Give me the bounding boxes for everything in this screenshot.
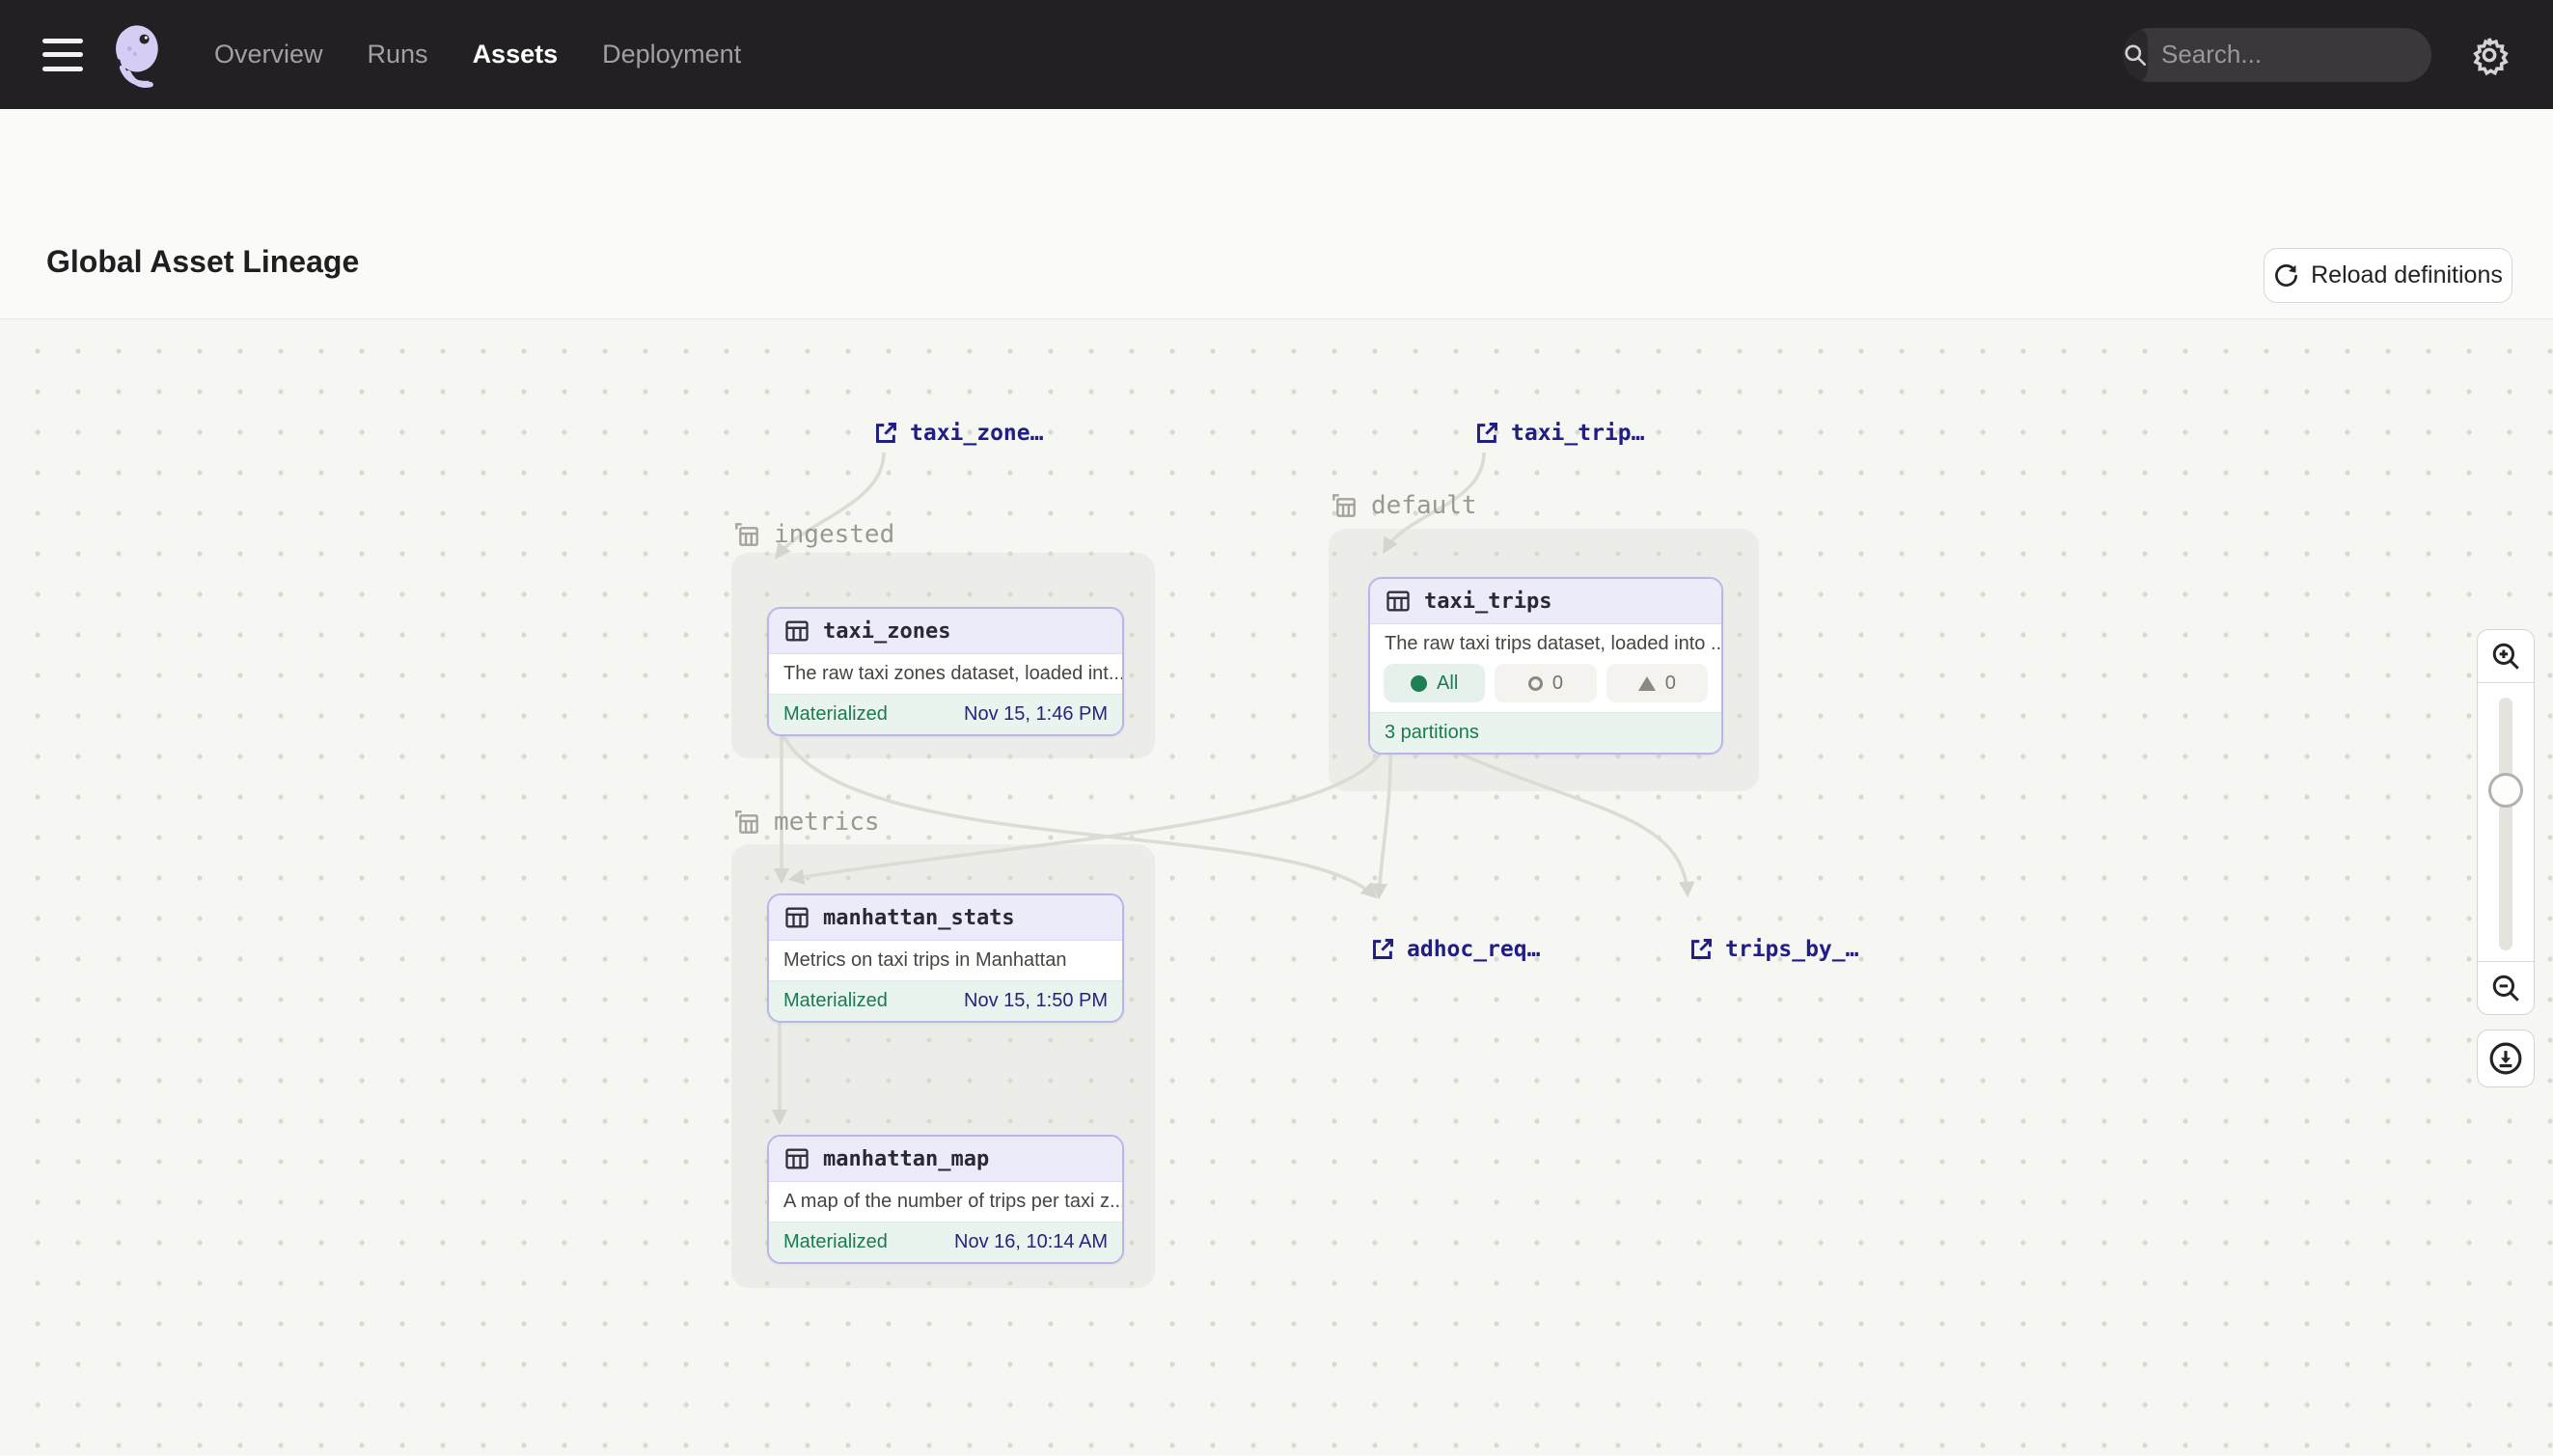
external-asset-taxi-trip[interactable]: taxi_trip…: [1474, 420, 1644, 446]
group-label-default[interactable]: default: [1329, 490, 1477, 521]
asset-name: taxi_zones: [823, 619, 950, 644]
table-icon: [783, 618, 810, 645]
nav-item-deployment[interactable]: Deployment: [602, 40, 741, 69]
ring-icon: [1528, 676, 1543, 691]
partitions-count[interactable]: 3 partitions: [1385, 722, 1479, 744]
partitions-failed-pill[interactable]: 0: [1606, 664, 1708, 702]
menu-icon[interactable]: [42, 39, 83, 71]
asset-description: The raw taxi trips dataset, loaded into …: [1370, 624, 1721, 664]
settings-gear-icon[interactable]: [2468, 34, 2511, 76]
external-asset-trips-by[interactable]: trips_by_…: [1688, 936, 1858, 962]
dagster-logo-icon[interactable]: [104, 19, 172, 91]
zoom-slider-track[interactable]: [2499, 698, 2512, 950]
external-link-icon: [1688, 936, 1715, 962]
nav-item-assets[interactable]: Assets: [473, 40, 559, 69]
group-label-ingested[interactable]: ingested: [731, 519, 894, 550]
group-label-metrics[interactable]: metrics: [731, 807, 880, 838]
asset-description: Metrics on taxi trips in Manhattan: [769, 941, 1122, 980]
table-icon: [783, 1145, 810, 1172]
zoom-out-button[interactable]: [2478, 961, 2534, 1014]
asset-name: manhattan_stats: [823, 906, 1015, 930]
external-asset-adhoc-request[interactable]: adhoc_req…: [1370, 936, 1540, 962]
zoom-in-icon: [2489, 640, 2522, 673]
green-dot-icon: [1411, 675, 1427, 692]
partitions-materialized-pill[interactable]: All: [1384, 664, 1485, 702]
global-search[interactable]: /: [2123, 28, 2431, 82]
table-group-icon: [731, 519, 762, 550]
download-image-button[interactable]: [2477, 1030, 2535, 1087]
nav-item-runs[interactable]: Runs: [368, 40, 428, 69]
table-group-icon: [1329, 490, 1359, 521]
external-link-icon: [873, 420, 899, 446]
zoom-panel: [2477, 629, 2535, 1015]
external-asset-taxi-zone[interactable]: taxi_zone…: [873, 420, 1043, 446]
zoom-slider-handle[interactable]: [2488, 773, 2523, 808]
asset-node-manhattan-map[interactable]: manhattan_map A map of the number of tri…: [767, 1135, 1124, 1264]
zoom-out-icon: [2489, 972, 2522, 1004]
materialized-status: Materialized: [783, 990, 888, 1012]
nav-item-overview[interactable]: Overview: [214, 40, 323, 69]
refresh-icon: [2273, 262, 2299, 288]
asset-name: manhattan_map: [823, 1147, 989, 1171]
materialized-timestamp[interactable]: Nov 15, 1:46 PM: [964, 703, 1108, 726]
table-group-icon: [731, 807, 762, 838]
table-icon: [1385, 588, 1412, 615]
external-link-icon: [1370, 936, 1396, 962]
search-icon: [2123, 28, 2148, 82]
reload-definitions-button[interactable]: Reload definitions: [2264, 248, 2512, 303]
nav-links: Overview Runs Assets Deployment: [214, 40, 741, 69]
asset-node-taxi-zones[interactable]: taxi_zones The raw taxi zones dataset, l…: [767, 607, 1124, 736]
materialized-timestamp[interactable]: Nov 15, 1:50 PM: [964, 990, 1108, 1012]
materialized-status: Materialized: [783, 1231, 888, 1253]
page-title: Global Asset Lineage: [46, 244, 359, 280]
lineage-edges: [0, 319, 2553, 1456]
triangle-icon: [1638, 676, 1656, 691]
asset-description: A map of the number of trips per taxi z.…: [769, 1182, 1122, 1222]
page-header: Global Asset Lineage Reload definitions …: [0, 109, 2553, 318]
asset-description: The raw taxi zones dataset, loaded int..…: [769, 654, 1122, 694]
asset-node-manhattan-stats[interactable]: manhattan_stats Metrics on taxi trips in…: [767, 893, 1124, 1023]
materialized-timestamp[interactable]: Nov 16, 10:14 AM: [954, 1231, 1108, 1253]
asset-name: taxi_trips: [1424, 590, 1551, 614]
table-icon: [783, 904, 810, 931]
zoom-in-button[interactable]: [2478, 630, 2534, 683]
external-link-icon: [1474, 420, 1500, 446]
top-nav: Overview Runs Assets Deployment /: [0, 0, 2553, 109]
search-input[interactable]: [2148, 40, 2431, 69]
lineage-canvas[interactable]: ingested default metrics taxi_zone… taxi…: [0, 318, 2553, 1455]
asset-node-taxi-trips[interactable]: taxi_trips The raw taxi trips dataset, l…: [1368, 577, 1723, 755]
materialized-status: Materialized: [783, 703, 888, 726]
download-icon: [2487, 1040, 2524, 1077]
partitions-missing-pill[interactable]: 0: [1495, 664, 1596, 702]
